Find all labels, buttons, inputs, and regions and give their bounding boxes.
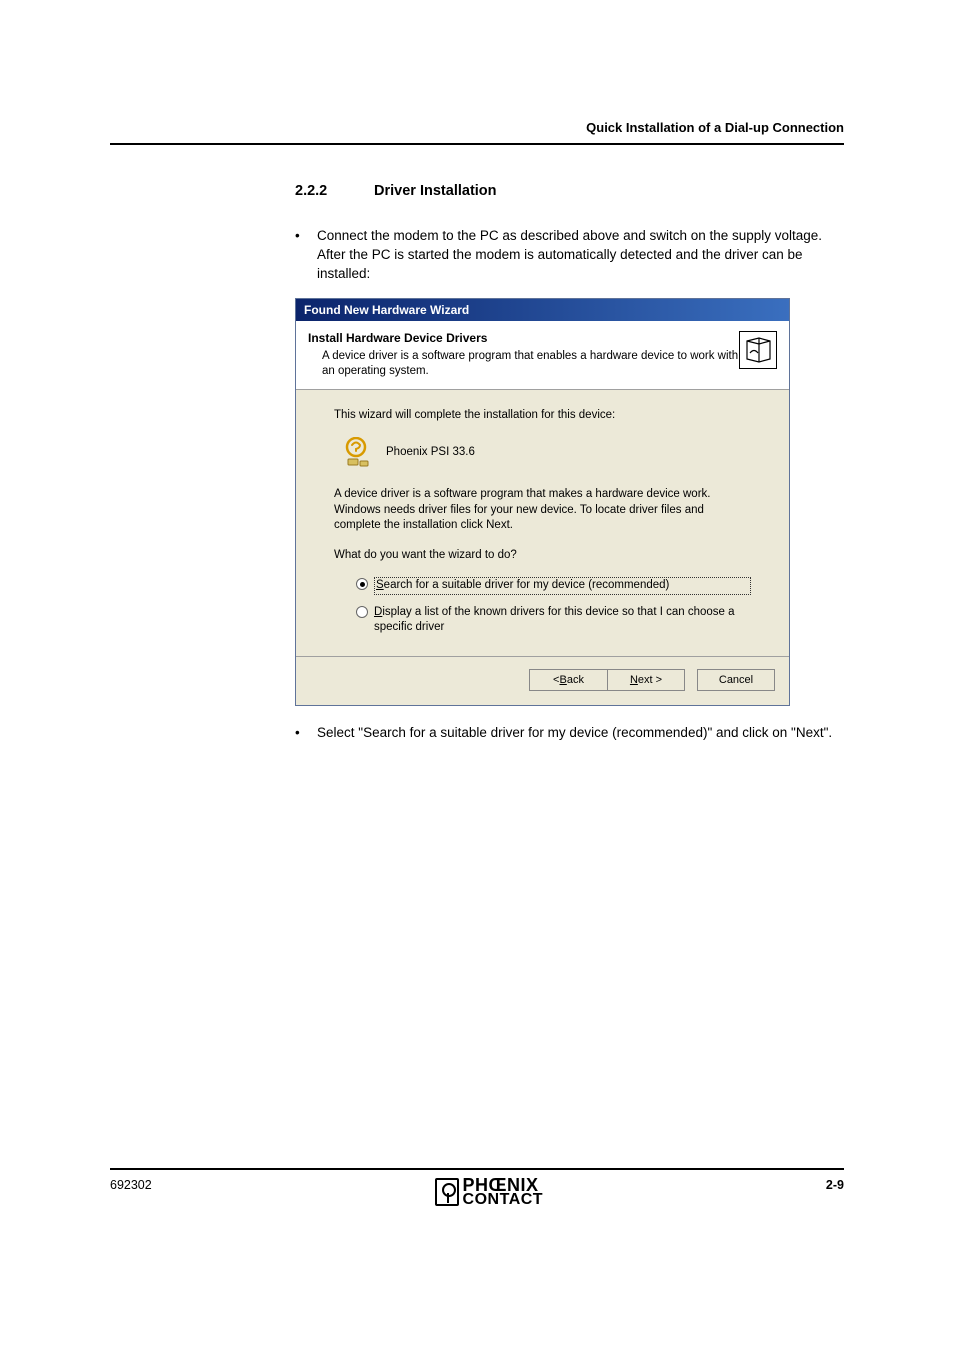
section-number: 2.2.2 <box>295 183 370 199</box>
instruction-text-1: Connect the modem to the PC as described… <box>317 227 844 284</box>
back-button[interactable]: < Back <box>529 669 607 691</box>
radio-button-icon <box>356 606 368 618</box>
hardware-wizard-icon <box>739 331 777 369</box>
next-button[interactable]: Next > <box>607 669 685 691</box>
wizard-header-subtitle: A device driver is a software program th… <box>308 349 739 379</box>
radio-label-search: Search for a suitable driver for my devi… <box>374 577 751 595</box>
bullet-dot: • <box>295 724 317 743</box>
instruction-bullet-2: • Select "Search for a suitable driver f… <box>295 724 844 743</box>
section-title: Driver Installation <box>374 183 496 199</box>
radio-button-icon <box>356 578 368 590</box>
page-header-title: Quick Installation of a Dial-up Connecti… <box>110 120 844 143</box>
page-footer: 692302 PHŒNIX CONTACT 2-9 <box>110 1168 844 1206</box>
wizard-header-title: Install Hardware Device Drivers <box>308 331 739 345</box>
footer-rule <box>110 1168 844 1170</box>
logo-text-line2: CONTACT <box>463 1193 544 1206</box>
wizard-header: Install Hardware Device Drivers A device… <box>296 321 789 390</box>
section-heading: 2.2.2 Driver Installation <box>295 183 844 199</box>
phoenix-contact-logo: PHŒNIX CONTACT <box>435 1178 544 1206</box>
footer-page-number: 2-9 <box>826 1178 844 1192</box>
bullet-dot: • <box>295 227 317 284</box>
radio-search-driver[interactable]: Search for a suitable driver for my devi… <box>356 577 751 595</box>
instruction-bullet-1: • Connect the modem to the PC as describ… <box>295 227 844 284</box>
found-new-hardware-wizard: Found New Hardware Wizard Install Hardwa… <box>295 298 790 706</box>
wizard-explanation: A device driver is a software program th… <box>334 487 751 534</box>
radio-display-list[interactable]: Display a list of the known drivers for … <box>356 605 751 636</box>
unknown-device-icon <box>344 437 372 469</box>
wizard-question: What do you want the wizard to do? <box>334 548 751 564</box>
logo-icon <box>435 1178 459 1206</box>
cancel-button[interactable]: Cancel <box>697 669 775 691</box>
wizard-titlebar: Found New Hardware Wizard <box>296 299 789 321</box>
wizard-body: This wizard will complete the installati… <box>296 390 789 656</box>
radio-label-display: Display a list of the known drivers for … <box>374 605 751 636</box>
wizard-intro-text: This wizard will complete the installati… <box>334 408 751 424</box>
wizard-button-row: < Back Next > Cancel <box>296 656 789 705</box>
footer-doc-number: 692302 <box>110 1178 152 1192</box>
device-row: Phoenix PSI 33.6 <box>334 437 751 469</box>
device-name: Phoenix PSI 33.6 <box>386 445 475 461</box>
instruction-text-2: Select "Search for a suitable driver for… <box>317 724 844 743</box>
